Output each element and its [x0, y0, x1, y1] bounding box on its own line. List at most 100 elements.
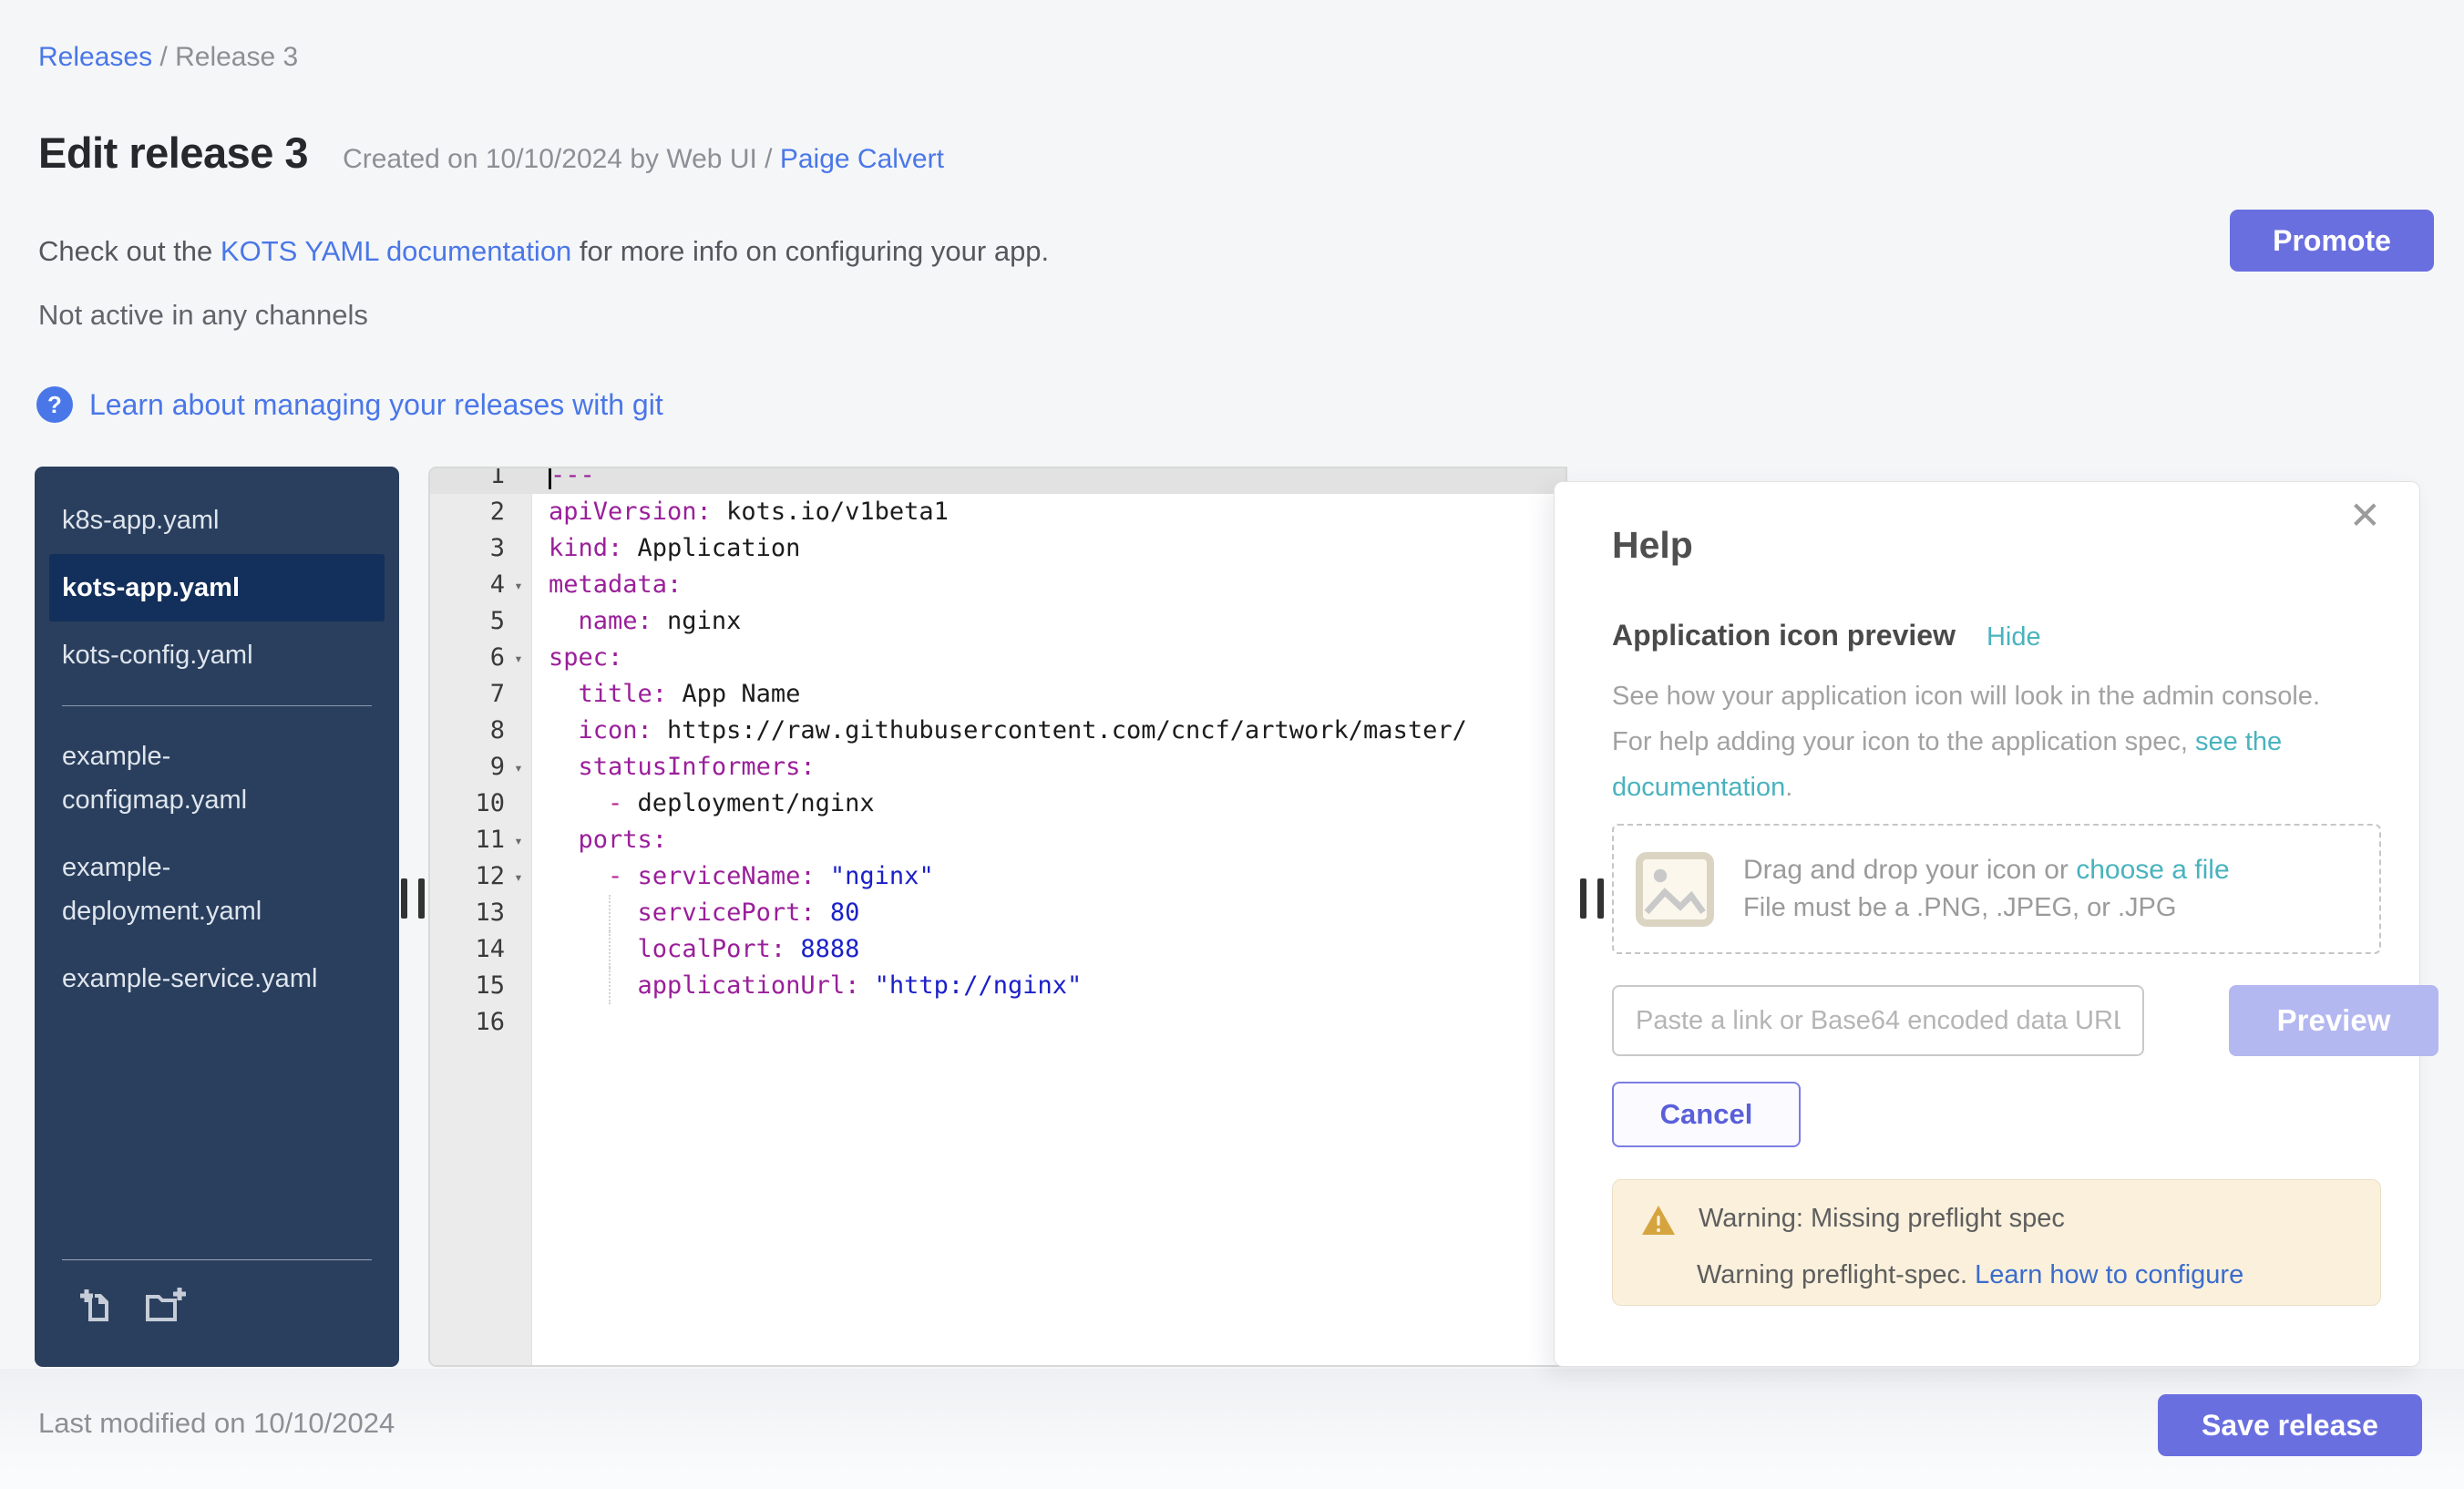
icon-preview-description: See how your application icon will look …: [1612, 673, 2341, 810]
author-link[interactable]: Paige Calvert: [780, 144, 944, 174]
fold-spacer: [505, 494, 532, 530]
sidebar-actions: [35, 1259, 399, 1367]
fold-arrow-icon[interactable]: ▾: [505, 858, 532, 895]
code-line-13[interactable]: 13 servicePort: 80: [430, 895, 1566, 931]
code-text: spec:: [532, 640, 622, 676]
file-item-example-configmap.yaml[interactable]: example-configmap.yaml: [49, 723, 385, 834]
line-number: 11: [430, 822, 505, 858]
code-line-14[interactable]: 14 localPort: 8888: [430, 931, 1566, 968]
cancel-button[interactable]: Cancel: [1612, 1082, 1801, 1147]
code-token: App Name: [667, 680, 800, 708]
breadcrumb-releases-link[interactable]: Releases: [38, 42, 152, 72]
promote-button[interactable]: Promote: [2230, 210, 2434, 272]
line-number: 5: [430, 603, 505, 640]
fold-arrow-icon[interactable]: ▾: [505, 567, 532, 603]
code-token: https://raw.githubusercontent.com/cncf/a…: [652, 716, 1467, 744]
icon-dropzone[interactable]: Drag and drop your icon or choose a file…: [1612, 824, 2381, 954]
code-token: "nginx": [830, 862, 934, 890]
code-line-16[interactable]: 16: [430, 1004, 1566, 1041]
code-token: [549, 789, 608, 817]
line-number: 16: [430, 1004, 505, 1041]
file-item-kots-config.yaml[interactable]: kots-config.yaml: [49, 621, 385, 689]
intro-line: Check out the KOTS YAML documentation fo…: [38, 235, 1049, 268]
code-text: title: App Name: [532, 676, 800, 713]
fold-spacer: [505, 1004, 532, 1041]
code-line-6[interactable]: 6▾ spec:: [430, 640, 1566, 676]
file-label: k8s-app.yaml: [62, 498, 219, 542]
intro-suffix: for more info on configuring your app.: [571, 235, 1049, 267]
fold-spacer: [505, 786, 532, 822]
code-line-11[interactable]: 11▾ ports:: [430, 822, 1566, 858]
code-token: statusInformers:: [579, 753, 816, 781]
code-token: spec:: [549, 643, 622, 672]
preview-button[interactable]: Preview: [2229, 985, 2438, 1056]
add-file-icon[interactable]: [77, 1285, 118, 1327]
fold-arrow-icon[interactable]: ▾: [505, 749, 532, 786]
code-line-9[interactable]: 9▾ statusInformers:: [430, 749, 1566, 786]
code-text: servicePort: 80: [532, 895, 859, 931]
indent-guide: [609, 968, 611, 1004]
code-text: icon: https://raw.githubusercontent.com/…: [532, 713, 1467, 749]
code-token: "http://nginx": [875, 971, 1083, 1000]
code-text: ports:: [532, 822, 667, 858]
last-modified-text: Last modified on 10/10/2024: [38, 1407, 395, 1440]
git-releases-link[interactable]: Learn about managing your releases with …: [89, 388, 663, 422]
kots-yaml-doc-link[interactable]: KOTS YAML documentation: [221, 235, 571, 267]
file-label: example-service.yaml: [62, 957, 317, 1001]
code-text: statusInformers:: [532, 749, 816, 786]
code-token: localPort:: [638, 935, 786, 963]
code-token: Application: [622, 534, 800, 562]
fold-spacer: [505, 603, 532, 640]
icon-url-input[interactable]: [1612, 985, 2144, 1056]
code-token: metadata:: [549, 570, 682, 599]
code-line-7[interactable]: 7 title: App Name: [430, 676, 1566, 713]
code-token: [549, 753, 579, 781]
fold-arrow-icon[interactable]: ▾: [505, 640, 532, 676]
line-number: 6: [430, 640, 505, 676]
file-sidebar: k8s-app.yaml kots-app.yaml kots-config.yam…: [35, 467, 399, 1367]
title-row: Edit release 3 Created on 10/10/2024 by …: [38, 128, 944, 178]
yaml-editor[interactable]: 1---2apiVersion: kots.io/v1beta13kind: A…: [428, 467, 1567, 1367]
close-icon[interactable]: ✕: [2349, 493, 2381, 538]
line-number: 2: [430, 494, 505, 530]
save-release-button[interactable]: Save release: [2158, 1394, 2422, 1456]
code-line-15[interactable]: 15 applicationUrl: "http://nginx": [430, 968, 1566, 1004]
code-line-8[interactable]: 8 icon: https://raw.githubusercontent.co…: [430, 713, 1566, 749]
help-panel-title: Help: [1612, 524, 1693, 567]
choose-file-link[interactable]: choose a file: [2076, 855, 2229, 885]
page-title: Edit release 3: [38, 128, 308, 178]
warning-configure-link[interactable]: Learn how to configure: [1975, 1260, 2243, 1289]
file-label: example-configmap.yaml: [62, 734, 335, 822]
git-help-row: ? Learn about managing your releases wit…: [36, 386, 663, 423]
file-item-example-deployment.yaml[interactable]: example-deployment.yaml: [49, 834, 385, 945]
code-line-10[interactable]: 10 - deployment/nginx: [430, 786, 1566, 822]
code-line-1[interactable]: 1---: [430, 467, 1566, 494]
file-group-divider: [62, 705, 372, 706]
code-token: nginx: [652, 607, 742, 635]
file-item-k8s-app.yaml[interactable]: k8s-app.yaml: [49, 487, 385, 554]
code-token: kind:: [549, 534, 622, 562]
warning-body: Warning preflight-spec. Learn how to con…: [1697, 1260, 2355, 1290]
line-number: 8: [430, 713, 505, 749]
code-line-5[interactable]: 5 name: nginx: [430, 603, 1566, 640]
code-line-2[interactable]: 2apiVersion: kots.io/v1beta1: [430, 494, 1566, 530]
code-token: [622, 862, 637, 890]
file-item-example-service.yaml[interactable]: example-service.yaml: [49, 945, 385, 1012]
code-text: [532, 1004, 549, 1041]
file-item-kots-app.yaml[interactable]: kots-app.yaml: [49, 554, 385, 621]
code-token: [859, 971, 874, 1000]
fold-arrow-icon[interactable]: ▾: [505, 822, 532, 858]
fold-spacer: [505, 713, 532, 749]
sidebar-resize-handle[interactable]: [401, 878, 441, 919]
code-token: apiVersion:: [549, 498, 712, 526]
code-line-3[interactable]: 3kind: Application: [430, 530, 1566, 567]
code-token: [785, 935, 800, 963]
question-mark-icon: ?: [36, 386, 73, 423]
warning-body-text: Warning preflight-spec.: [1697, 1260, 1975, 1289]
new-folder-icon[interactable]: [142, 1285, 190, 1327]
code-line-4[interactable]: 4▾metadata:: [430, 567, 1566, 603]
code-line-12[interactable]: 12▾ - serviceName: "nginx": [430, 858, 1566, 895]
help-panel-resize-handle[interactable]: [1580, 878, 1620, 919]
hide-link[interactable]: Hide: [1987, 622, 2041, 652]
file-label: kots-app.yaml: [62, 566, 240, 610]
